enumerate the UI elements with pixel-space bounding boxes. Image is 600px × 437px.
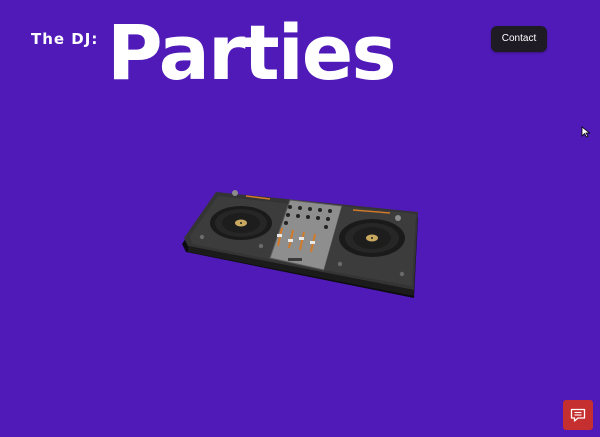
page: { "header": { "prefix": "The DJ:", "head… [0,0,600,437]
page-title: Parties [107,8,397,97]
dj-controller-illustration [182,190,418,298]
chat-icon [570,408,586,422]
contact-button[interactable]: Contact [491,26,547,52]
page-prefix: The DJ: [31,30,99,48]
mouse-cursor-icon [581,126,591,138]
chat-widget-button[interactable] [563,400,593,430]
